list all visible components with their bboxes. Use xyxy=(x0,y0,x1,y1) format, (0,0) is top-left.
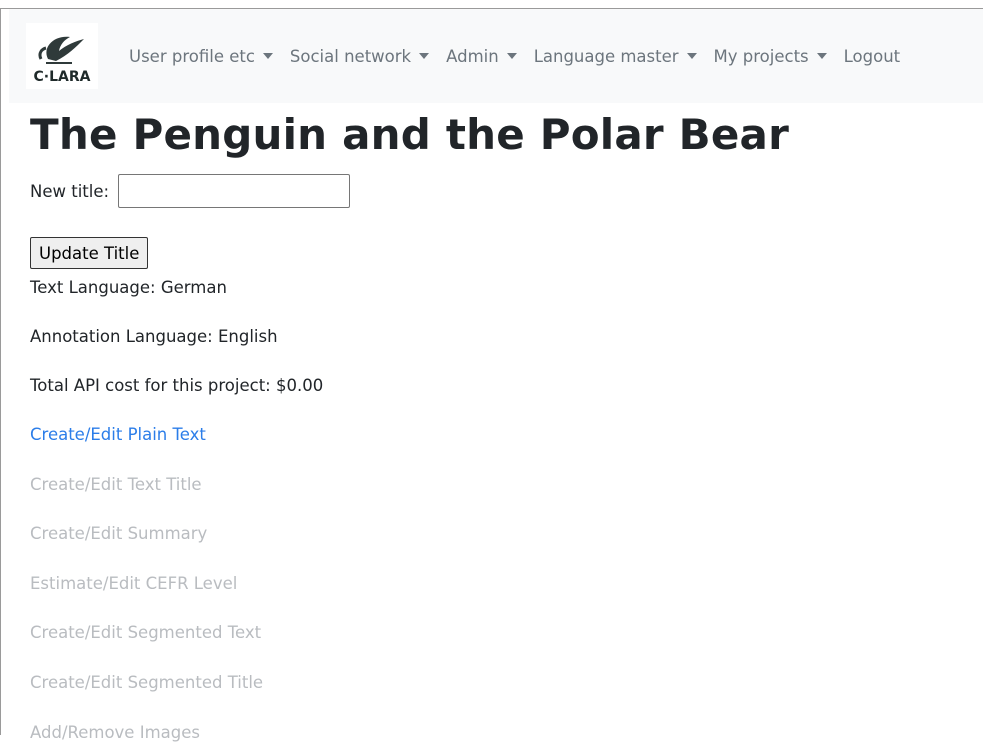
clara-logo-icon: C·LARA xyxy=(26,23,98,89)
navbar: C·LARA User profile etc Social network Adm… xyxy=(9,9,983,103)
annotation-language: Annotation Language: English xyxy=(30,327,278,346)
nav-item-admin[interactable]: Admin xyxy=(446,47,517,66)
action-link-create-edit-text-title: Create/Edit Text Title xyxy=(30,474,202,494)
clara-logo[interactable]: C·LARA xyxy=(26,23,98,89)
text-language: Text Language: German xyxy=(30,278,227,297)
nav-menu: User profile etc Social network Admin Langu… xyxy=(129,9,917,103)
api-cost: Total API cost for this project: $0.00 xyxy=(30,376,324,395)
caret-down-icon xyxy=(686,53,697,59)
nav-item-label: Admin xyxy=(446,46,499,66)
svg-text:C·LARA: C·LARA xyxy=(34,69,91,85)
nav-item-language-master[interactable]: Language master xyxy=(534,47,697,66)
action-link-create-edit-segmented-title: Create/Edit Segmented Title xyxy=(30,673,264,692)
nav-item-label: Social network xyxy=(289,46,412,66)
nav-item-my-projects[interactable]: My projects xyxy=(714,47,827,66)
caret-down-icon xyxy=(262,53,273,59)
nav-item-label: Logout xyxy=(843,46,901,66)
action-link-add-remove-images: Add/Remove Images xyxy=(30,722,200,742)
nav-item-logout[interactable]: Logout xyxy=(844,47,901,66)
action-link-create-edit-summary: Create/Edit Summary xyxy=(30,524,208,544)
action-link-create-edit-segmented-text: Create/Edit Segmented Text xyxy=(30,623,262,643)
caret-down-icon xyxy=(419,53,430,59)
nav-item-social-network[interactable]: Social network xyxy=(289,46,430,66)
action-link-create-edit-plain-text[interactable]: Create/Edit Plain Text xyxy=(30,425,206,444)
nav-item-user-profile-etc[interactable]: User profile etc xyxy=(129,47,273,66)
caret-down-icon xyxy=(506,53,517,59)
new-title-label: New title: xyxy=(30,182,110,201)
nav-item-label: Language master xyxy=(533,46,679,66)
caret-down-icon xyxy=(816,53,827,59)
update-title-button[interactable]: Update Title xyxy=(30,237,149,269)
new-title-input[interactable] xyxy=(118,174,350,208)
nav-item-label: User profile etc xyxy=(129,46,255,66)
page-title: The Penguin and the Polar Bear xyxy=(30,110,789,159)
nav-item-label: My projects xyxy=(713,46,809,66)
action-link-estimate-edit-cefr-level: Estimate/Edit CEFR Level xyxy=(30,573,238,593)
